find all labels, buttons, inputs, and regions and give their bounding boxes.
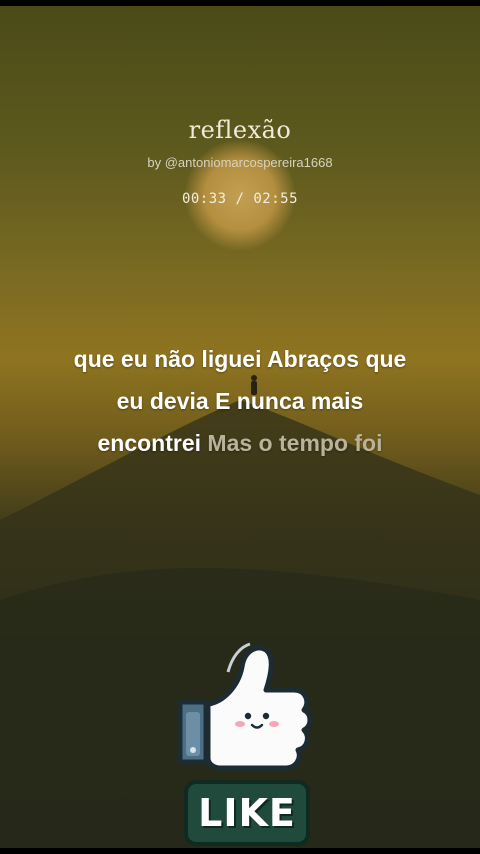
playback-timer: 00:33 / 02:55 xyxy=(181,191,299,207)
lyrics-line: encontrei Mas o tempo foi xyxy=(30,422,450,464)
letterbox-bottom xyxy=(0,848,480,854)
lyrics-line: que eu não liguei Abraços que xyxy=(73,346,407,372)
lyrics-block: que eu não liguei Abraços que eu devia E… xyxy=(30,338,450,464)
video-frame: reflexão by @antoniomarcospereira1668 00… xyxy=(0,0,480,854)
like-label: LIKE xyxy=(198,791,296,835)
author-byline: by @antoniomarcospereira1668 xyxy=(147,155,333,170)
like-sticker[interactable]: LIKE xyxy=(168,632,318,852)
lyrics-line: eu devia E nunca mais xyxy=(116,388,364,414)
song-title: reflexão xyxy=(188,116,292,144)
lyrics-upcoming-text: Mas o tempo foi xyxy=(207,430,383,456)
lyrics-sung-text: encontrei xyxy=(97,430,202,456)
